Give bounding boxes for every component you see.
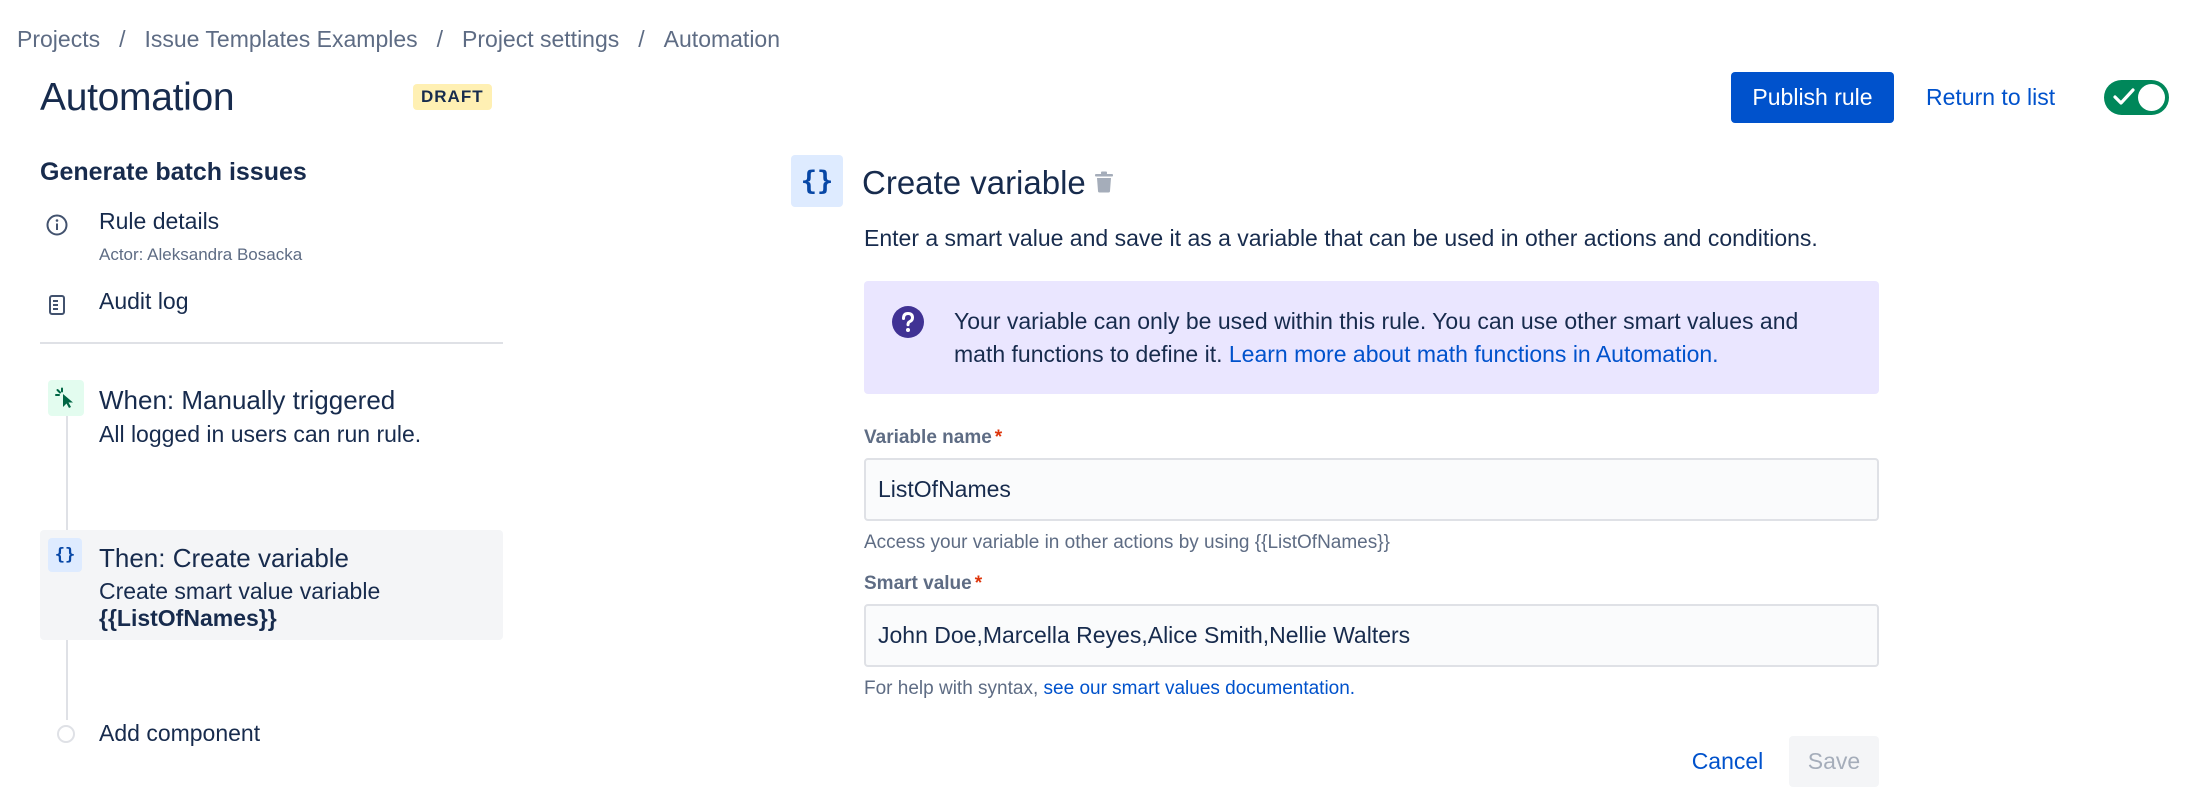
variable-name-label-text: Variable name: [864, 427, 992, 448]
braces-icon: {}: [791, 155, 843, 207]
add-component-item[interactable]: Add component: [40, 720, 260, 747]
document-icon: [40, 288, 74, 322]
trigger-step[interactable]: When: Manually triggered All logged in u…: [40, 380, 503, 460]
smart-value-help: For help with syntax, see our smart valu…: [864, 678, 1355, 700]
cancel-button[interactable]: Cancel: [1680, 736, 1775, 787]
page-title: Automation: [40, 76, 235, 119]
braces-glyph: {}: [54, 545, 76, 565]
action-step-desc: Create smart value variable {{ListOfName…: [99, 578, 380, 632]
variable-name-help: Access your variable in other actions by…: [864, 532, 1390, 553]
trigger-step-title: When: Manually triggered: [99, 385, 396, 415]
audit-log-label: Audit log: [99, 288, 189, 314]
question-icon: [891, 305, 925, 344]
audit-log-item[interactable]: Audit log: [40, 288, 189, 322]
smart-value-input[interactable]: [864, 604, 1879, 667]
component-title: Create variable: [862, 164, 1086, 201]
check-icon: [2113, 88, 2135, 105]
draft-badge: DRAFT: [413, 84, 492, 110]
breadcrumb-separator: /: [436, 26, 444, 52]
variable-name-label: Variable name *: [864, 427, 1002, 449]
rule-enabled-toggle[interactable]: [2104, 80, 2169, 115]
action-step[interactable]: {} Then: Create variable Create smart va…: [40, 530, 503, 640]
rule-details-item[interactable]: Rule details Actor: Aleksandra Bosacka: [40, 208, 302, 265]
breadcrumb-separator: /: [119, 26, 126, 52]
rule-details-label: Rule details: [99, 208, 220, 234]
info-text: Your variable can only be used within th…: [954, 305, 1854, 371]
trigger-step-desc: All logged in users can run rule.: [99, 421, 422, 447]
save-button[interactable]: Save: [1789, 736, 1879, 787]
breadcrumb-separator: /: [638, 26, 645, 52]
toggle-knob: [2138, 84, 2165, 111]
cursor-click-icon: [48, 380, 84, 416]
rule-name: Generate batch issues: [40, 158, 307, 186]
braces-icon: {}: [48, 538, 82, 572]
breadcrumb: Projects / Issue Templates Examples / Pr…: [17, 26, 780, 53]
component-description: Enter a smart value and save it as a var…: [864, 225, 1818, 251]
info-panel: Your variable can only be used within th…: [864, 281, 1879, 394]
action-step-desc-text: Create smart value variable: [99, 578, 381, 604]
breadcrumb-project[interactable]: Issue Templates Examples: [144, 26, 417, 53]
braces-glyph: {}: [800, 165, 834, 197]
action-step-title: Then: Create variable: [99, 543, 350, 573]
rule-actor: Actor: Aleksandra Bosacka: [99, 245, 303, 264]
smart-value-label-text: Smart value: [864, 573, 972, 594]
required-mark: *: [994, 427, 1003, 448]
variable-name-input[interactable]: [864, 458, 1879, 521]
smart-help-text: For help with syntax,: [864, 678, 1044, 699]
math-functions-link[interactable]: Learn more about math functions in Autom…: [1229, 341, 1719, 367]
publish-rule-button[interactable]: Publish rule: [1731, 72, 1894, 123]
smart-value-label: Smart value *: [864, 573, 982, 595]
breadcrumb-project-settings[interactable]: Project settings: [462, 26, 619, 53]
trash-icon[interactable]: [1093, 170, 1115, 199]
smart-values-doc-link[interactable]: see our smart values documentation.: [1044, 678, 1356, 699]
action-step-variable: {{ListOfNames}}: [99, 605, 277, 631]
breadcrumb-automation[interactable]: Automation: [664, 26, 780, 53]
divider: [40, 342, 503, 344]
return-to-list-link[interactable]: Return to list: [1926, 84, 2055, 111]
required-mark: *: [974, 573, 983, 594]
add-component-label: Add component: [99, 720, 261, 746]
add-component-dot: [57, 724, 75, 743]
breadcrumb-projects[interactable]: Projects: [17, 26, 100, 53]
info-icon: [40, 208, 74, 242]
